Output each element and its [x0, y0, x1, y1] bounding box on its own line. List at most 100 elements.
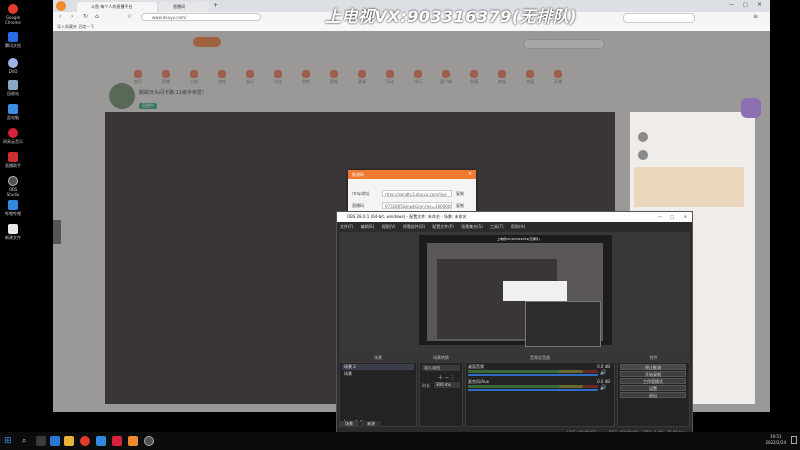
desktop-icon-live[interactable]: 直播助手 — [2, 152, 24, 168]
new-tab-button[interactable]: + — [213, 2, 218, 9]
settings-button[interactable]: 设置 — [620, 385, 686, 391]
speaker-icon[interactable]: 🔊 — [600, 370, 606, 376]
search-box[interactable] — [623, 13, 695, 23]
forward-icon[interactable]: › — [71, 13, 73, 20]
clock[interactable]: 19:51 2022/2/24 — [765, 434, 786, 446]
desktop-icon-music[interactable]: 网易云音乐 — [2, 128, 24, 144]
bottom-tab-sources[interactable]: 来源 — [361, 421, 381, 427]
browser-tab-2[interactable]: 直播间 — [159, 2, 209, 12]
recycle-bin-icon — [8, 80, 18, 90]
controls-dock-header: 控件 — [617, 353, 690, 362]
browser-logo-icon — [56, 1, 66, 11]
home-icon[interactable]: ⌂ — [95, 13, 99, 20]
duration-input[interactable]: 300 ms — [434, 382, 460, 388]
back-icon[interactable]: ‹ — [59, 13, 61, 20]
desktop-icon-chrome[interactable]: Google Chrome — [2, 4, 24, 25]
menu-item[interactable]: 配置文件(P) — [432, 224, 454, 229]
bilibili-icon[interactable] — [96, 436, 106, 446]
exit-button[interactable]: 退出 — [620, 392, 686, 398]
mixer-channel-db: 0.0 dB — [597, 364, 610, 369]
preview-nested-screen: 上电视VX:903316379(无排队) — [419, 235, 612, 347]
transition-buttons[interactable]: ＋ − ⋮ — [438, 374, 455, 381]
notification-icon[interactable] — [791, 436, 797, 444]
menu-item[interactable]: 帮助(H) — [511, 224, 525, 229]
desktop-icon-recycle[interactable]: 回收站 — [2, 80, 24, 96]
desktop-icon-docs[interactable]: 腾讯文档 — [2, 32, 24, 48]
desktop-icon-label: Google Chrome — [5, 15, 21, 25]
desktop-icon-dvd[interactable]: DVD — [2, 58, 24, 74]
star-icon[interactable]: ☆ — [127, 13, 132, 20]
search-icon[interactable]: ⌕ — [22, 436, 32, 446]
desktop-icon-label: 回收站 — [7, 91, 19, 96]
address-bar[interactable]: www.douyu.com/ — [141, 13, 261, 21]
copy-button[interactable]: 复制 — [456, 191, 464, 197]
chrome-icon[interactable] — [80, 436, 90, 446]
menu-item[interactable]: 文件(F) — [340, 224, 353, 229]
windows-start-icon[interactable]: ⊞ — [4, 436, 14, 446]
obs-icon[interactable] — [144, 436, 154, 446]
folder-icon[interactable] — [64, 436, 74, 446]
bottom-tab-scenes[interactable]: 场景 — [339, 421, 359, 427]
desktop-icon-bilibili[interactable]: 哔哩哔哩 — [2, 200, 24, 216]
minimize-icon[interactable]: — — [658, 212, 662, 222]
desktop-icon-obs[interactable]: OBS Studio — [2, 176, 24, 197]
browser-tab-1[interactable]: 斗鱼-每个人的直播平台 — [77, 2, 157, 12]
close-icon[interactable]: × — [757, 1, 762, 8]
bookmarks-text[interactable]: 导入收藏夹 百度一下 — [53, 24, 94, 29]
refresh-icon[interactable]: ↻ — [83, 13, 88, 20]
desktop-icon-label: 此电脑 — [7, 115, 19, 120]
copy-button[interactable]: 复制 — [456, 203, 464, 209]
rtmp-url-field[interactable]: rtmp://sendtc3.douyu.com/live — [382, 190, 452, 197]
stop-streaming-button[interactable]: 停止推流 — [620, 364, 686, 370]
menu-item[interactable]: 工具(T) — [490, 224, 504, 229]
transition-select[interactable]: 淡入淡出 — [422, 365, 460, 371]
duration-label: 时长 — [422, 383, 430, 388]
chrome-icon — [8, 4, 18, 14]
music-icon[interactable] — [112, 436, 122, 446]
obs-preview[interactable]: 上电视VX:903316379(无排队) — [339, 232, 690, 362]
douyu-icon[interactable] — [128, 436, 138, 446]
desktop-icon-file[interactable]: 新建文件 — [2, 224, 24, 240]
menu-item[interactable]: 场景集合(S) — [461, 224, 483, 229]
scenes-panel: 场景 2 场景 ＋ − ∧ ∨ — [339, 362, 417, 427]
maximize-icon[interactable]: □ — [670, 212, 674, 222]
tab-label: 斗鱼-每个人的直播平台 — [91, 4, 133, 9]
start-recording-button[interactable]: 开始录制 — [620, 371, 686, 377]
tab-label: 直播间 — [173, 4, 185, 9]
dialog-label: rtmp地址 — [352, 191, 370, 196]
volume-slider[interactable] — [468, 389, 598, 391]
controls-panel: 停止推流 开始录制 工作室模式 设置 退出 — [617, 362, 690, 427]
obs-window: OBS 28.0.1 (64-bit, windows) - 配置文件: 未命名… — [336, 211, 693, 438]
menu-item[interactable]: 视图(V) — [382, 224, 396, 229]
volume-meter — [468, 370, 598, 373]
chat-notice — [634, 167, 744, 207]
chat-avatar — [638, 132, 648, 142]
desktop-icon-label: 网易云音乐 — [3, 139, 23, 144]
speaker-icon[interactable]: 🔊 — [600, 385, 606, 391]
desktop-icon-label: DVD — [8, 69, 18, 74]
scene-item[interactable]: 场景 — [342, 371, 414, 377]
nested-obs — [525, 301, 601, 347]
studio-mode-button[interactable]: 工作室模式 — [620, 378, 686, 384]
task-view-icon[interactable] — [36, 436, 46, 446]
desktop-icon-label: 腾讯文档 — [5, 43, 21, 48]
dialog-close-icon[interactable]: × — [468, 171, 472, 177]
float-mascot-icon[interactable] — [741, 98, 761, 118]
chat-avatar — [638, 150, 648, 160]
transition-panel: 淡入淡出 ＋ − ⋮ 时长 300 ms — [419, 362, 463, 427]
scene-item[interactable]: 场景 2 — [342, 364, 414, 370]
menu-item[interactable]: 停靠部件(D) — [403, 224, 425, 229]
stream-key-field[interactable]: 9732865&lnwkGmn?ex=1600000 — [382, 202, 452, 209]
obs-icon — [8, 176, 18, 186]
volume-slider[interactable] — [468, 374, 598, 376]
menu-item[interactable]: 编辑(E) — [361, 224, 375, 229]
side-collapse-button[interactable] — [53, 220, 61, 244]
edge-icon[interactable] — [50, 436, 60, 446]
scenes-dock-header: 场景 — [339, 353, 417, 362]
close-icon[interactable]: × — [684, 212, 687, 222]
desktop-icon-computer[interactable]: 此电脑 — [2, 104, 24, 120]
minimize-icon[interactable]: — — [729, 2, 734, 8]
maximize-icon[interactable]: □ — [743, 2, 748, 8]
obs-title: OBS 28.0.1 (64-bit, windows) - 配置文件: 未命名… — [347, 214, 467, 219]
menu-icon[interactable]: ≡ — [753, 13, 758, 20]
